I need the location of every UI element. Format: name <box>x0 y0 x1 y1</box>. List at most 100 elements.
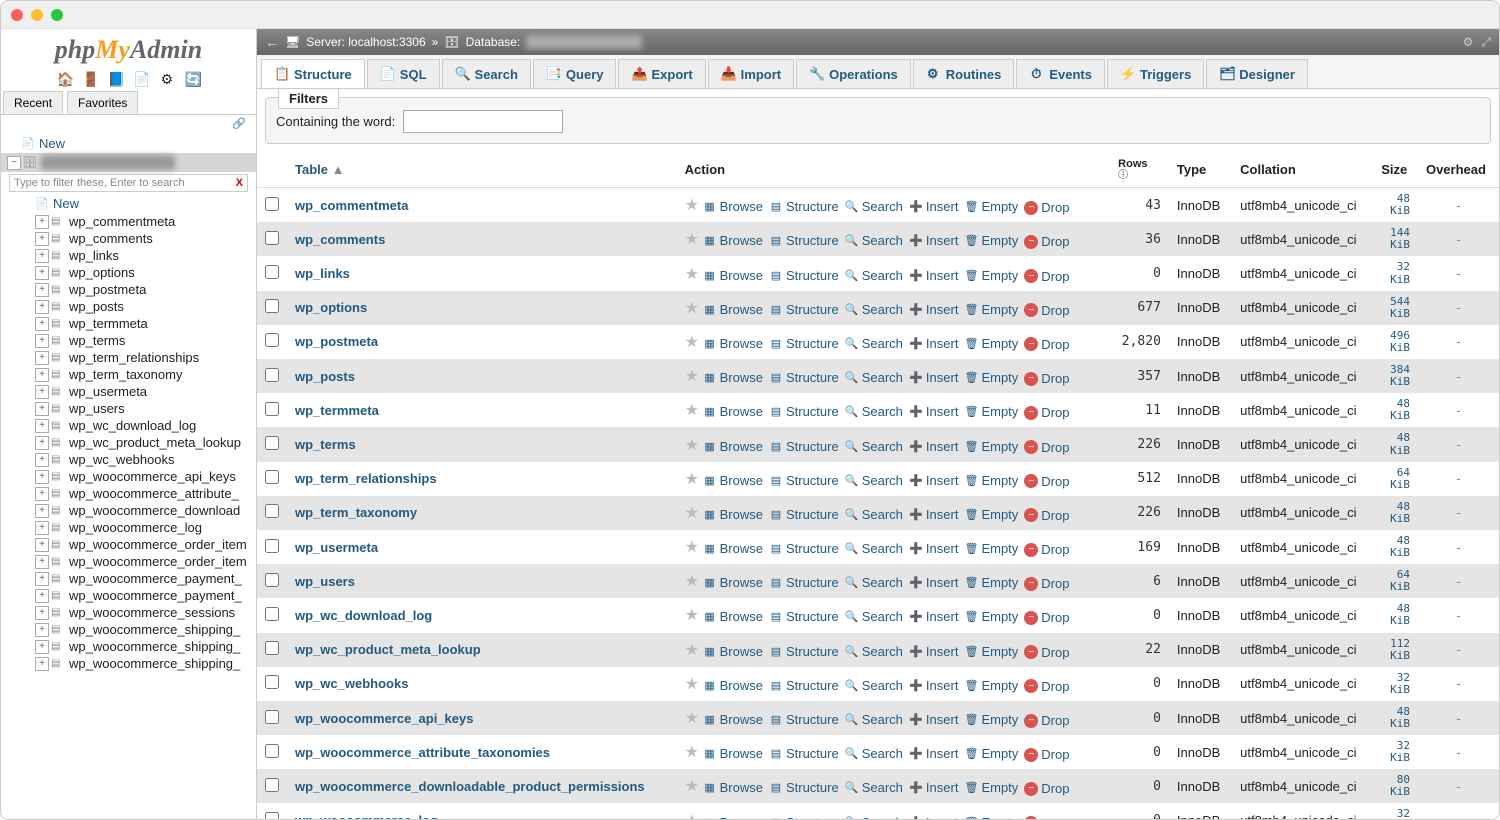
table-name-link[interactable]: wp_options <box>295 300 367 315</box>
row-checkbox[interactable] <box>265 436 279 450</box>
drop-action[interactable]: −Drop <box>1024 371 1069 386</box>
expand-table-icon[interactable]: + <box>35 487 49 501</box>
expand-table-icon[interactable]: + <box>35 538 49 552</box>
expand-table-icon[interactable]: + <box>35 470 49 484</box>
nav-back-icon[interactable]: ← <box>265 34 279 50</box>
structure-action[interactable]: ▤Structure <box>769 780 839 795</box>
structure-action[interactable]: ▤Structure <box>769 473 839 488</box>
row-checkbox[interactable] <box>265 607 279 621</box>
structure-action[interactable]: ▤Structure <box>769 746 839 761</box>
tree-table-item[interactable]: +▤wp_woocommerce_attribute_ <box>29 485 256 502</box>
structure-action[interactable]: ▤Structure <box>769 609 839 624</box>
breadcrumb-database-name[interactable]: hidden <box>526 35 642 49</box>
settings-icon[interactable]: ⚙ <box>159 71 175 87</box>
drop-action[interactable]: −Drop <box>1024 200 1069 215</box>
expand-table-icon[interactable]: + <box>35 623 49 637</box>
tab-triggers[interactable]: ⚡Triggers <box>1107 59 1204 88</box>
search-action[interactable]: 🔍Search <box>845 780 903 795</box>
structure-action[interactable]: ▤Structure <box>769 712 839 727</box>
empty-action[interactable]: 🗑Empty <box>964 644 1018 659</box>
row-checkbox[interactable] <box>265 197 279 211</box>
row-checkbox[interactable] <box>265 368 279 382</box>
tree-new-db[interactable]: 📄New <box>1 134 256 153</box>
structure-action[interactable]: ▤Structure <box>769 199 839 214</box>
logout-icon[interactable]: 🚪 <box>82 71 98 87</box>
tree-table-item[interactable]: +▤wp_woocommerce_order_item <box>29 553 256 570</box>
empty-action[interactable]: 🗑Empty <box>964 780 1018 795</box>
structure-action[interactable]: ▤Structure <box>769 370 839 385</box>
tab-operations[interactable]: 🔧Operations <box>796 59 911 88</box>
expand-table-icon[interactable]: + <box>35 657 49 671</box>
drop-action[interactable]: −Drop <box>1024 747 1069 762</box>
insert-action[interactable]: ➕Insert <box>909 404 959 419</box>
drop-action[interactable]: −Drop <box>1024 337 1069 352</box>
tab-export[interactable]: 📤Export <box>618 59 705 88</box>
tree-table-item[interactable]: +▤wp_posts <box>29 298 256 315</box>
search-action[interactable]: 🔍Search <box>845 336 903 351</box>
tree-table-item[interactable]: +▤wp_woocommerce_log <box>29 519 256 536</box>
tree-filter-input[interactable]: Type to filter these, Enter to searchX <box>9 174 248 192</box>
expand-table-icon[interactable]: + <box>35 317 49 331</box>
col-type[interactable]: Type <box>1169 152 1232 188</box>
favorite-star-icon[interactable]: ★ <box>685 676 699 693</box>
row-checkbox[interactable] <box>265 231 279 245</box>
docs-icon[interactable]: 📘 <box>108 71 124 87</box>
tree-table-item[interactable]: +▤wp_woocommerce_shipping_ <box>29 655 256 672</box>
drop-action[interactable]: −Drop <box>1024 303 1069 318</box>
tree-table-item[interactable]: +▤wp_woocommerce_shipping_ <box>29 621 256 638</box>
insert-action[interactable]: ➕Insert <box>909 644 959 659</box>
col-rows[interactable]: Rowsⓘ <box>1110 152 1169 188</box>
favorite-star-icon[interactable]: ★ <box>685 266 699 283</box>
favorite-star-icon[interactable]: ★ <box>685 437 699 454</box>
home-icon[interactable]: 🏠 <box>56 71 72 87</box>
drop-action[interactable]: −Drop <box>1024 269 1069 284</box>
insert-action[interactable]: ➕Insert <box>909 199 959 214</box>
expand-table-icon[interactable]: + <box>35 521 49 535</box>
tree-table-item[interactable]: +▤wp_woocommerce_download <box>29 502 256 519</box>
drop-action[interactable]: −Drop <box>1024 816 1069 819</box>
table-name-link[interactable]: wp_woocommerce_api_keys <box>295 711 473 726</box>
drop-action[interactable]: −Drop <box>1024 474 1069 489</box>
favorite-star-icon[interactable]: ★ <box>685 573 699 590</box>
empty-action[interactable]: 🗑Empty <box>964 507 1018 522</box>
tree-table-item[interactable]: +▤wp_woocommerce_payment_ <box>29 587 256 604</box>
drop-action[interactable]: −Drop <box>1024 405 1069 420</box>
breadcrumb-server[interactable]: Server: localhost:3306 <box>306 35 425 49</box>
filter-word-input[interactable] <box>403 110 563 133</box>
row-checkbox[interactable] <box>265 402 279 416</box>
tree-table-item[interactable]: +▤wp_wc_download_log <box>29 417 256 434</box>
browse-action[interactable]: ▦Browse <box>703 815 763 819</box>
expand-table-icon[interactable]: + <box>35 300 49 314</box>
tree-table-item[interactable]: +▤wp_term_taxonomy <box>29 366 256 383</box>
empty-action[interactable]: 🗑Empty <box>964 746 1018 761</box>
favorite-star-icon[interactable]: ★ <box>685 539 699 556</box>
tab-search[interactable]: 🔍Search <box>442 59 531 88</box>
insert-action[interactable]: ➕Insert <box>909 746 959 761</box>
expand-table-icon[interactable]: + <box>35 266 49 280</box>
favorite-star-icon[interactable]: ★ <box>685 471 699 488</box>
col-table[interactable]: Table ▲ <box>287 152 677 188</box>
empty-action[interactable]: 🗑Empty <box>964 609 1018 624</box>
col-size[interactable]: Size <box>1373 152 1418 188</box>
structure-action[interactable]: ▤Structure <box>769 644 839 659</box>
search-action[interactable]: 🔍Search <box>845 268 903 283</box>
structure-action[interactable]: ▤Structure <box>769 678 839 693</box>
favorites-tab[interactable]: Favorites <box>67 91 138 114</box>
empty-action[interactable]: 🗑Empty <box>964 541 1018 556</box>
search-action[interactable]: 🔍Search <box>845 712 903 727</box>
drop-action[interactable]: −Drop <box>1024 645 1069 660</box>
expand-table-icon[interactable]: + <box>35 232 49 246</box>
search-action[interactable]: 🔍Search <box>845 746 903 761</box>
empty-action[interactable]: 🗑Empty <box>964 815 1018 819</box>
browse-action[interactable]: ▦Browse <box>703 746 763 761</box>
insert-action[interactable]: ➕Insert <box>909 678 959 693</box>
reload-icon[interactable]: 🔄 <box>185 71 201 87</box>
structure-action[interactable]: ▤Structure <box>769 507 839 522</box>
expand-table-icon[interactable]: + <box>35 572 49 586</box>
row-checkbox[interactable] <box>265 710 279 724</box>
search-action[interactable]: 🔍Search <box>845 575 903 590</box>
favorite-star-icon[interactable]: ★ <box>685 368 699 385</box>
tree-current-db[interactable]: − 🗄 db <box>1 153 256 172</box>
tab-import[interactable]: 📥Import <box>708 59 794 88</box>
favorite-star-icon[interactable]: ★ <box>685 744 699 761</box>
